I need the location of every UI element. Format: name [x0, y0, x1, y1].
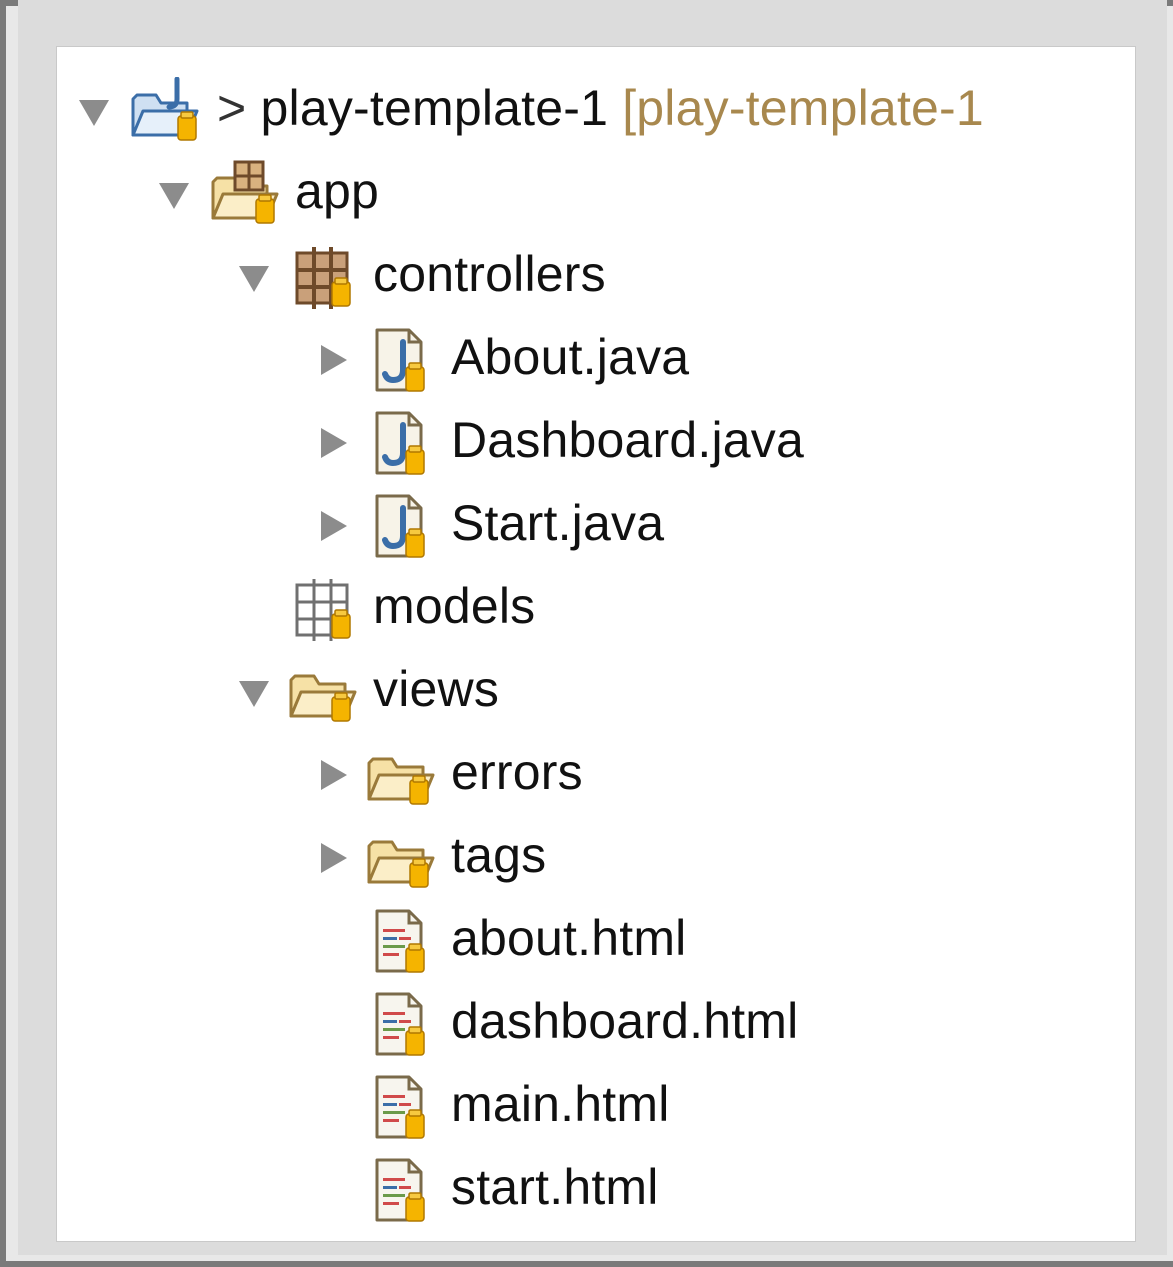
tree-label-views: views: [373, 661, 500, 717]
tree-row-models[interactable]: models: [57, 566, 1135, 649]
tree-label-models: models: [373, 578, 536, 634]
java-file-icon: [363, 492, 437, 560]
tree-label-html-file: about.html: [451, 910, 687, 966]
html-file-icon: [363, 1156, 437, 1224]
folder-icon: [365, 741, 439, 809]
tree-label-java-file: Dashboard.java: [451, 412, 805, 468]
java-file-icon: [363, 326, 437, 394]
expand-arrow-right-icon[interactable]: [313, 756, 351, 794]
tree-label-java-file: About.java: [451, 329, 690, 385]
empty-package-icon: [287, 575, 361, 643]
tree-row-java-file[interactable]: Start.java: [57, 483, 1135, 566]
git-dirty-marker: >: [217, 80, 247, 136]
tree-row-html-file[interactable]: dashboard.html: [57, 981, 1135, 1064]
expand-arrow-right-icon[interactable]: [313, 424, 351, 462]
html-file-icon: [363, 990, 437, 1058]
folder-icon: [287, 658, 361, 726]
project-explorer-tree[interactable]: > play-template-1 [play-template-1 app c…: [56, 46, 1136, 1242]
tree-label-folder: tags: [451, 827, 547, 883]
tree-row-folder[interactable]: errors: [57, 732, 1135, 815]
tree-row-html-file[interactable]: main.html: [57, 1064, 1135, 1147]
expand-arrow-down-icon[interactable]: [155, 175, 193, 213]
html-file-icon: [363, 907, 437, 975]
tree-label-folder: errors: [451, 744, 583, 800]
tree-label-html-file: dashboard.html: [451, 993, 799, 1049]
tree-label-java-file: Start.java: [451, 495, 665, 551]
project-decoration: [play-template-1: [622, 80, 984, 136]
expand-arrow-right-icon[interactable]: [313, 839, 351, 877]
tree-label-html-file: main.html: [451, 1076, 670, 1132]
html-file-icon: [363, 1073, 437, 1141]
tree-row-app[interactable]: app: [57, 151, 1135, 234]
tree-label-app: app: [295, 163, 380, 219]
tree-row-html-file[interactable]: start.html: [57, 1147, 1135, 1230]
tree-row-controllers[interactable]: controllers: [57, 234, 1135, 317]
expand-arrow-down-icon[interactable]: [235, 258, 273, 296]
java-project-folder-icon: [129, 77, 203, 145]
expand-arrow-down-icon[interactable]: [235, 673, 273, 711]
tree-label-html-file: start.html: [451, 1159, 659, 1215]
project-name: play-template-1: [260, 80, 609, 136]
previous-row-fragment: [127, 47, 247, 59]
expand-arrow-right-icon[interactable]: [313, 341, 351, 379]
expand-arrow-right-icon[interactable]: [313, 507, 351, 545]
folder-icon: [365, 824, 439, 892]
tree-row-views[interactable]: views: [57, 649, 1135, 732]
tree-row-project[interactable]: > play-template-1 [play-template-1: [57, 68, 1135, 151]
tree-row-folder[interactable]: tags: [57, 815, 1135, 898]
tree-row-html-file[interactable]: about.html: [57, 898, 1135, 981]
tree-row-java-file[interactable]: About.java: [57, 317, 1135, 400]
tree-label-controllers: controllers: [373, 246, 606, 302]
expand-arrow-down-icon[interactable]: [75, 92, 113, 130]
source-folder-icon: [209, 160, 283, 228]
package-icon: [287, 243, 361, 311]
tree-row-java-file[interactable]: Dashboard.java: [57, 400, 1135, 483]
java-file-icon: [363, 409, 437, 477]
